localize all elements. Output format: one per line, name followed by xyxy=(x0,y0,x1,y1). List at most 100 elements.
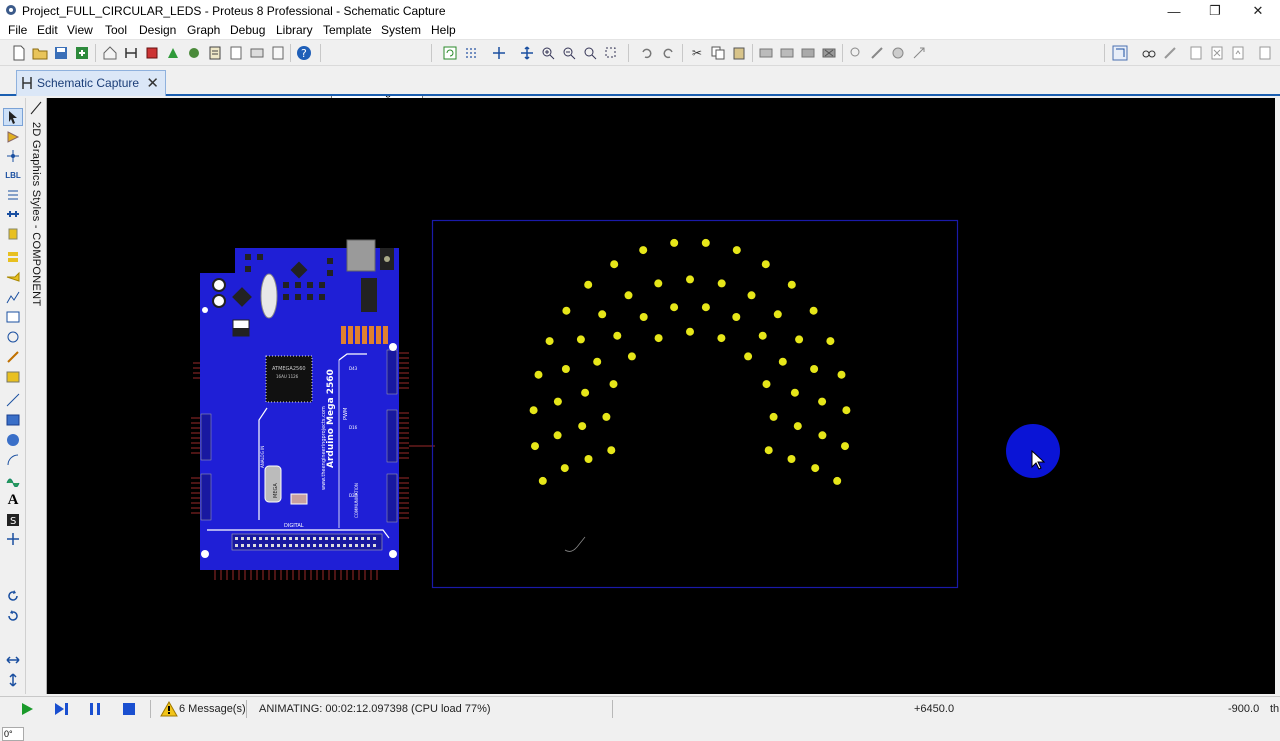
led[interactable] xyxy=(538,476,547,485)
new-file-icon[interactable] xyxy=(10,44,28,62)
led[interactable] xyxy=(578,422,587,431)
rotate-clockwise-icon[interactable] xyxy=(3,587,23,605)
3d-viewer-icon[interactable] xyxy=(164,44,182,62)
led[interactable] xyxy=(593,357,602,366)
led[interactable] xyxy=(717,334,726,343)
selection-mode-icon[interactable] xyxy=(3,108,23,126)
led[interactable] xyxy=(833,476,842,485)
led[interactable] xyxy=(598,310,607,319)
led[interactable] xyxy=(584,280,593,289)
tab-schematic-capture[interactable]: Schematic Capture ✕ xyxy=(16,70,166,96)
refresh-icon[interactable] xyxy=(441,44,459,62)
remove-sheet-icon[interactable] xyxy=(1208,44,1226,62)
block-rotate-icon[interactable] xyxy=(799,44,817,62)
led[interactable] xyxy=(732,313,741,321)
led[interactable] xyxy=(811,464,820,473)
tape-recorder-icon[interactable] xyxy=(3,308,23,326)
terminal-icon[interactable] xyxy=(3,248,23,266)
wire-autorouter-icon[interactable] xyxy=(1111,44,1129,62)
menu-graph[interactable]: Graph xyxy=(187,23,220,37)
subcircuit-icon[interactable] xyxy=(3,225,23,243)
mirror-horizontal-icon[interactable] xyxy=(3,651,23,669)
save-icon[interactable] xyxy=(52,44,70,62)
led[interactable] xyxy=(624,291,633,300)
led[interactable] xyxy=(584,455,593,463)
zoom-in-icon[interactable] xyxy=(539,44,557,62)
virtual-instrument-icon[interactable] xyxy=(3,368,23,386)
arduino-mega-board[interactable]: ATMEGA2560 16AU 1126 Arduino Mega 2560 w… xyxy=(191,239,435,580)
pause-icon[interactable] xyxy=(86,701,104,717)
object-selector-panel[interactable]: 2D Graphics Styles - COMPONENT xyxy=(26,98,47,694)
led[interactable] xyxy=(639,313,648,321)
led[interactable] xyxy=(793,422,802,431)
bus-icon[interactable] xyxy=(3,205,23,223)
menu-design[interactable]: Design xyxy=(139,23,176,37)
led[interactable] xyxy=(553,431,562,440)
led[interactable] xyxy=(826,337,835,346)
led[interactable] xyxy=(531,442,539,451)
generator-icon[interactable] xyxy=(3,328,23,346)
led[interactable] xyxy=(732,246,741,255)
make-device-icon[interactable] xyxy=(868,44,886,62)
menu-tool[interactable]: Tool xyxy=(105,23,127,37)
undo-icon[interactable] xyxy=(638,44,656,62)
play-icon[interactable] xyxy=(18,701,36,717)
rotate-anticlockwise-icon[interactable] xyxy=(3,607,23,625)
led[interactable] xyxy=(778,357,787,366)
junction-dot-icon[interactable] xyxy=(3,147,23,165)
menu-system[interactable]: System xyxy=(381,23,421,37)
rotation-angle-field[interactable]: 0° xyxy=(2,727,24,741)
step-icon[interactable] xyxy=(52,701,70,717)
open-folder-icon[interactable] xyxy=(31,44,49,62)
menu-file[interactable]: File xyxy=(8,23,27,37)
source-code-icon[interactable] xyxy=(227,44,245,62)
voltage-probe-icon[interactable] xyxy=(3,348,23,366)
box-tool-icon[interactable] xyxy=(3,411,23,429)
new-sheet-icon[interactable] xyxy=(1187,44,1205,62)
component-mode-icon[interactable] xyxy=(3,128,23,146)
menu-view[interactable]: View xyxy=(67,23,93,37)
gerber-icon[interactable] xyxy=(185,44,203,62)
import-icon[interactable] xyxy=(73,44,91,62)
notes-icon[interactable] xyxy=(269,44,287,62)
led[interactable] xyxy=(654,279,663,288)
led[interactable] xyxy=(553,397,562,406)
bom-icon[interactable] xyxy=(206,44,224,62)
zoom-all-icon[interactable] xyxy=(581,44,599,62)
led[interactable] xyxy=(764,446,773,455)
menu-template[interactable]: Template xyxy=(323,23,372,37)
help-icon[interactable]: ? xyxy=(295,44,313,62)
led[interactable] xyxy=(610,260,619,269)
led[interactable] xyxy=(701,303,710,312)
marker-tool-icon[interactable] xyxy=(3,530,23,548)
led[interactable] xyxy=(686,275,694,284)
message-count[interactable]: 6 Message(s) xyxy=(179,703,246,715)
close-window-button[interactable]: ✕ xyxy=(1236,0,1280,22)
led[interactable] xyxy=(769,412,778,421)
wire-label-icon[interactable]: LBL xyxy=(3,166,23,184)
copy-icon[interactable] xyxy=(709,44,727,62)
device-pin-icon[interactable] xyxy=(3,268,23,286)
led[interactable] xyxy=(576,335,585,344)
circle-tool-icon[interactable] xyxy=(3,431,23,449)
schematic-icon[interactable] xyxy=(122,44,140,62)
led[interactable] xyxy=(717,279,726,288)
path-tool-icon[interactable] xyxy=(3,471,23,489)
led[interactable] xyxy=(744,352,753,361)
led[interactable] xyxy=(790,388,799,397)
led[interactable] xyxy=(787,455,796,463)
led[interactable] xyxy=(534,370,543,379)
led[interactable] xyxy=(841,442,849,451)
pcb-layout-icon[interactable] xyxy=(143,44,161,62)
graph-icon[interactable] xyxy=(3,288,23,306)
paste-icon[interactable] xyxy=(730,44,748,62)
mirror-vertical-icon[interactable] xyxy=(3,671,23,689)
design-explorer-icon[interactable] xyxy=(248,44,266,62)
origin-icon[interactable] xyxy=(490,44,508,62)
menu-edit[interactable]: Edit xyxy=(37,23,58,37)
led[interactable] xyxy=(701,238,710,247)
led[interactable] xyxy=(545,337,554,346)
packaging-tool-icon[interactable] xyxy=(889,44,907,62)
close-tab-icon[interactable]: ✕ xyxy=(146,74,159,92)
schematic-canvas[interactable]: ATMEGA2560 16AU 1126 Arduino Mega 2560 w… xyxy=(47,98,1275,694)
